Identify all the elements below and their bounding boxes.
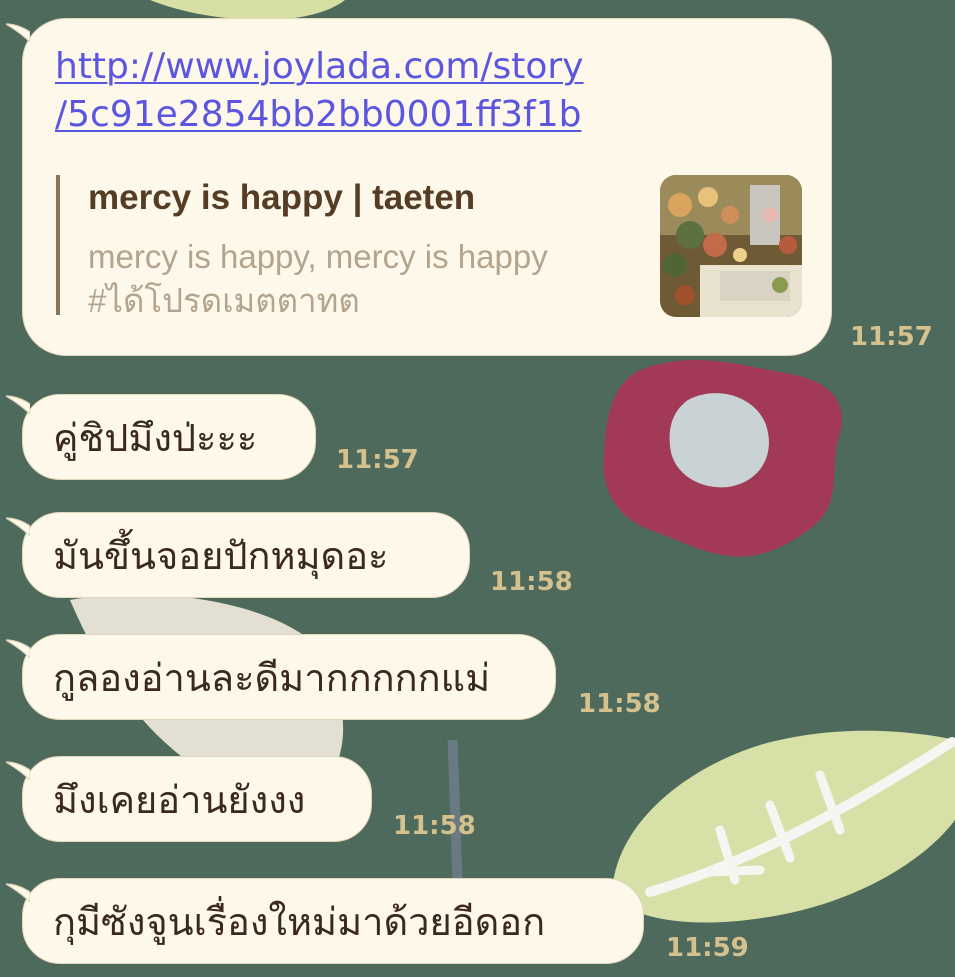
bubble-tail (6, 761, 30, 780)
bubble-tail (6, 517, 30, 536)
preview-desc-line1: mercy is happy, mercy is happy (88, 238, 548, 275)
preview-desc-line2: #ได้โปรดเมตตาทต (88, 282, 360, 319)
link-bubble[interactable]: http://www.joylada.com/story /5c91e2854b… (22, 18, 832, 356)
message-timestamp: 11:58 (578, 689, 661, 719)
message-timestamp: 11:59 (666, 933, 749, 963)
bubble-tail (6, 883, 30, 902)
message-timestamp: 11:57 (336, 445, 419, 475)
message-timestamp: 11:58 (393, 811, 476, 841)
bubble-tail (6, 395, 30, 414)
message-bubble[interactable]: มันขึ้นจอยปักหมุดอะ (22, 512, 470, 598)
preview-thumbnail-image[interactable] (660, 175, 802, 317)
link-url-line2[interactable]: /5c91e2854bb2bb0001ff3f1b (55, 91, 584, 139)
message-bubble[interactable]: คู่ชิปมึงป่ะะะ (22, 394, 316, 480)
flower-photo-icon (660, 175, 802, 317)
message-link-preview[interactable]: http://www.joylada.com/story /5c91e2854b… (0, 0, 955, 360)
message-timestamp: 11:57 (850, 322, 933, 352)
link-preview-card[interactable]: mercy is happy | taeten mercy is happy, … (56, 175, 802, 319)
message-bubble[interactable]: กุมีซังจูนเรื่องใหม่มาด้วยอีดอก (22, 878, 644, 964)
link-url-line1[interactable]: http://www.joylada.com/story (55, 43, 584, 91)
message-text[interactable]: กูลองอ่านละดีมากกกกกแม่ 11:58 (0, 634, 955, 734)
message-text[interactable]: คู่ชิปมึงป่ะะะ 11:57 (0, 390, 955, 490)
preview-description: mercy is happy, mercy is happy #ได้โปรดเ… (88, 235, 548, 323)
preview-title: mercy is happy | taeten (88, 178, 476, 217)
message-bubble[interactable]: กูลองอ่านละดีมากกกกกแม่ (22, 634, 556, 720)
message-bubble[interactable]: มึงเคยอ่านยังงง (22, 756, 372, 842)
message-text[interactable]: กุมีซังจูนเรื่องใหม่มาด้วยอีดอก 11:59 (0, 878, 955, 977)
preview-accent-bar (56, 175, 60, 315)
story-link[interactable]: http://www.joylada.com/story /5c91e2854b… (55, 43, 584, 139)
bubble-tail (6, 639, 30, 658)
bubble-tail (6, 23, 30, 42)
message-text[interactable]: มันขึ้นจอยปักหมุดอะ 11:58 (0, 512, 955, 612)
message-timestamp: 11:58 (490, 567, 573, 597)
message-text[interactable]: มึงเคยอ่านยังงง 11:58 (0, 756, 955, 856)
